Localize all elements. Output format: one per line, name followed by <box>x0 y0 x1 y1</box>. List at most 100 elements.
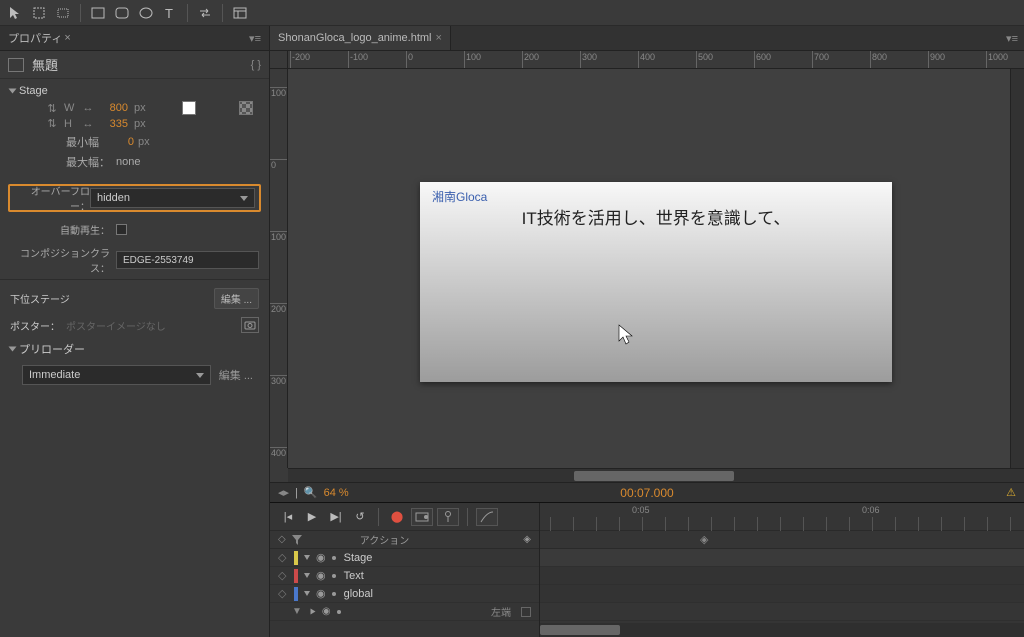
timeline-track[interactable] <box>540 549 1024 567</box>
ruler-vertical[interactable]: 1000100200300400 <box>270 69 288 468</box>
panel-tab-close-icon[interactable]: × <box>64 32 70 44</box>
goto-start-button[interactable]: |◂ <box>278 508 298 526</box>
ellipse-tool[interactable] <box>135 3 157 23</box>
w-value[interactable]: 800 <box>100 102 128 114</box>
ruler-horizontal[interactable]: -200-10001002003004005006007008009001000 <box>288 51 1024 69</box>
ease-button[interactable] <box>476 508 498 526</box>
filter-sqicon[interactable] <box>521 607 531 617</box>
lock-dot[interactable] <box>332 574 336 578</box>
disc-icon[interactable] <box>304 591 310 596</box>
h-value[interactable]: 335 <box>100 118 128 130</box>
document-tab[interactable]: ShonanGloca_logo_anime.html × <box>270 26 451 50</box>
close-icon[interactable]: × <box>436 32 442 44</box>
nav-arrows[interactable]: ◂▸ <box>278 486 289 499</box>
roundrect-tool[interactable] <box>111 3 133 23</box>
overflow-value: hidden <box>97 192 130 204</box>
doc-menu-icon[interactable]: ▾≡ <box>1006 32 1018 45</box>
goto-end-button[interactable]: ▶| <box>326 508 346 526</box>
marquee-tool[interactable] <box>52 3 74 23</box>
pin-button[interactable] <box>437 508 459 526</box>
substage-edit-button[interactable]: 編集 ... <box>214 288 259 309</box>
link-icon-4[interactable]: ↔ <box>82 118 94 130</box>
timeline-layer-row[interactable]: ◇◉Text <box>270 567 539 585</box>
compclass-input[interactable]: EDGE-2553749 <box>116 251 259 269</box>
panel-menu-icon[interactable]: ▾≡ <box>249 32 261 45</box>
zoom-pct[interactable]: 64 % <box>324 487 349 499</box>
transform-tool[interactable] <box>28 3 50 23</box>
overflow-dropdown[interactable]: hidden <box>90 188 255 208</box>
action-diamond-icon[interactable]: ◈ <box>700 533 708 546</box>
height-row: ⇅ H ↔ 335 px <box>46 117 259 130</box>
lock-dot[interactable] <box>332 556 336 560</box>
w-label: W <box>64 102 76 114</box>
keyframe-button[interactable] <box>411 508 433 526</box>
disc-icon[interactable] <box>304 573 310 578</box>
preloader-header[interactable]: プリローダー <box>0 337 269 361</box>
keyframe-end-icon[interactable]: ◈ <box>523 534 531 545</box>
lock-dot[interactable] <box>332 592 336 596</box>
text-tool[interactable]: T <box>159 3 181 23</box>
link-icon-3[interactable]: ⇅ <box>46 117 58 130</box>
select-tool[interactable] <box>4 3 26 23</box>
layout-tool[interactable] <box>229 3 251 23</box>
timeline-track[interactable] <box>540 567 1024 585</box>
link-icon-2[interactable]: ↔ <box>82 102 94 114</box>
eye-icon[interactable]: ◉ <box>316 551 326 564</box>
filter-icon[interactable] <box>292 535 302 545</box>
timeline-scrollbar-thumb[interactable] <box>540 625 620 635</box>
preloader-edit-button[interactable]: 編集 ... <box>219 367 253 383</box>
eye-icon-f[interactable]: ◉ <box>322 606 331 617</box>
eye-icon[interactable]: ◉ <box>316 569 326 582</box>
toolbar-sep <box>80 4 81 22</box>
maxwidth-row: 最大幅： none <box>66 154 259 170</box>
poster-placeholder: ポスターイメージなし <box>66 318 166 333</box>
disc-icon[interactable] <box>304 555 310 560</box>
keyframe-icon[interactable]: ◇ <box>278 551 288 564</box>
vertical-scrollbar[interactable] <box>1010 69 1024 468</box>
zoom-icon[interactable]: 🔍 <box>304 486 318 499</box>
lock-dot-f[interactable] <box>337 610 341 614</box>
rect-tool[interactable] <box>87 3 109 23</box>
playhead-time[interactable]: 00:07.000 <box>620 486 673 500</box>
horizontal-scrollbar[interactable] <box>288 468 1024 482</box>
timeline-layer-panel: |◂ ▶ ▶| ↺ ⬤ ◇ アクション ◈ ◇◉Stage <box>270 503 540 637</box>
disc-icon[interactable] <box>310 609 315 615</box>
maxwidth-value[interactable]: none <box>116 156 140 168</box>
link-icon[interactable]: ⇅ <box>46 102 58 115</box>
record-button[interactable]: ⬤ <box>387 508 407 526</box>
minwidth-value[interactable]: 0 <box>110 136 134 148</box>
poster-label: ポスター： <box>10 318 60 333</box>
scrollbar-thumb[interactable] <box>574 471 734 481</box>
timeline-layer-row[interactable]: ◇◉global <box>270 585 539 603</box>
cursor-icon <box>618 324 636 349</box>
conv-icon[interactable]: { } <box>251 59 261 71</box>
panel-tab-title[interactable]: プロパティ <box>8 30 62 46</box>
timeline-scrollbar[interactable] <box>540 623 1024 637</box>
loop-button[interactable]: ↺ <box>350 508 370 526</box>
eye-icon[interactable]: ◉ <box>316 587 326 600</box>
controls-sep-2 <box>467 508 468 526</box>
timeline-ruler[interactable]: 0:050:06 <box>540 503 1024 531</box>
keyframe-header-icon[interactable]: ◇ <box>278 534 286 545</box>
preloader-dropdown[interactable]: Immediate <box>22 365 211 385</box>
stage-rect[interactable]: 湘南Gloca IT技術を活用し、世界を意識して、 <box>420 182 892 382</box>
autoplay-checkbox[interactable] <box>116 224 127 235</box>
poster-camera-button[interactable] <box>241 317 259 333</box>
w-unit: px <box>134 102 146 114</box>
keyframe-icon[interactable]: ◇ <box>278 587 288 600</box>
stage-section-header[interactable]: Stage <box>10 85 259 97</box>
funnel-icon[interactable]: ▼ <box>292 606 302 617</box>
controls-sep <box>378 508 379 526</box>
timeline-track[interactable] <box>540 585 1024 603</box>
substage-row: 下位ステージ 編集 ... <box>0 279 269 313</box>
overflow-row: オーバーフロー： hidden <box>8 184 261 212</box>
swap-tool[interactable] <box>194 3 216 23</box>
warning-icon[interactable]: ⚠ <box>1006 486 1016 499</box>
timeline-layer-row[interactable]: ◇◉Stage <box>270 549 539 567</box>
bg-color-swatch[interactable] <box>182 101 196 115</box>
keyframe-icon[interactable]: ◇ <box>278 569 288 582</box>
status-bar: ◂▸ | 🔍 64 % 00:07.000 ⚠ <box>270 482 1024 502</box>
canvas[interactable]: 湘南Gloca IT技術を活用し、世界を意識して、 <box>288 69 1010 468</box>
play-button[interactable]: ▶ <box>302 508 322 526</box>
border-color-swatch[interactable] <box>239 101 253 115</box>
